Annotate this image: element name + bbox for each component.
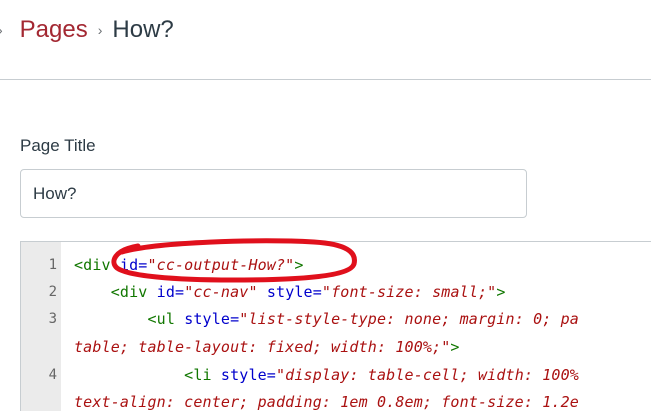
code-attr: id= (119, 256, 148, 274)
code-tag: <div (110, 283, 157, 301)
code-attr: style= (184, 310, 240, 328)
breadcrumb-current-page: How? (112, 16, 174, 43)
code-tag: > (294, 256, 304, 274)
code-string: text-align: center; padding: 1em 0.8em; … (74, 393, 579, 411)
page-title-label: Page Title (20, 136, 96, 155)
code-tag: > (450, 338, 460, 356)
code-tag: <div (74, 256, 120, 274)
chevron-right-icon: › (0, 22, 3, 38)
code-string: table; table-layout: fixed; width: 100%;… (74, 338, 451, 356)
code-line: table; table-layout: fixed; width: 100%;… (74, 338, 460, 356)
code-attr: style= (220, 366, 276, 384)
page-title-input[interactable] (20, 169, 527, 218)
code-line: text-align: center; padding: 1em 0.8em; … (74, 393, 579, 411)
code-line: <div id="cc-output-How?"> (74, 256, 304, 274)
line-number: 4 (48, 367, 57, 383)
code-attr: id= (156, 283, 185, 301)
header-divider (0, 79, 651, 80)
code-string: "cc-nav" (184, 283, 258, 301)
line-number: 2 (48, 284, 57, 300)
code-tag: <li (184, 366, 221, 384)
code-tag: > (496, 283, 506, 301)
code-line: <div id="cc-nav" style="font-size: small… (74, 283, 506, 301)
code-string: "list-style-type: none; margin: 0; pa (239, 310, 579, 328)
breadcrumb-link-pages[interactable]: Pages (20, 16, 88, 44)
code-string: "display: table-cell; width: 100% (276, 366, 579, 384)
code-string: "cc-output-How?" (147, 256, 295, 274)
line-number: 3 (48, 311, 57, 327)
chevron-right-icon: › (97, 22, 103, 38)
code-attr: style= (266, 283, 322, 301)
code-line: <ul style="list-style-type: none; margin… (74, 310, 579, 328)
code-line: <li style="display: table-cell; width: 1… (74, 366, 579, 384)
code-string: "font-size: small;" (321, 283, 497, 301)
breadcrumb: › Pages › How? (0, 12, 174, 48)
html-code-editor[interactable]: 1 2 3 4 <div id="cc-output-How?"> <div i… (20, 241, 651, 411)
line-number: 1 (48, 257, 57, 273)
code-tag: <ul (147, 310, 185, 328)
